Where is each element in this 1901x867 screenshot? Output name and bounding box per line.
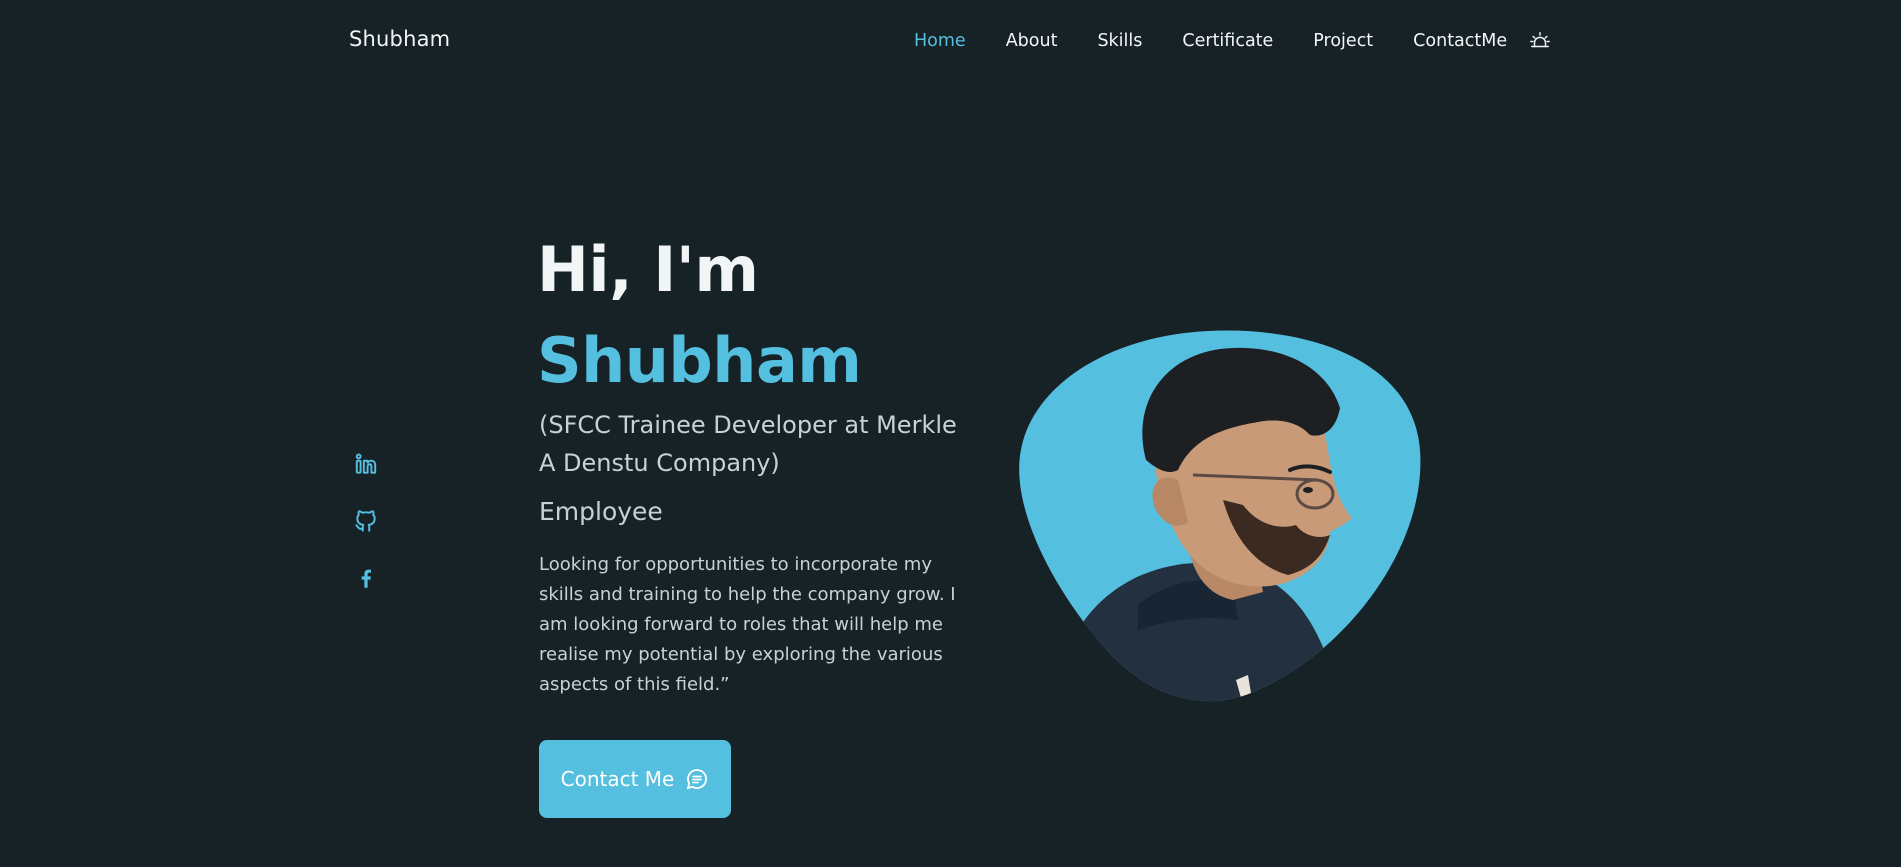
- page: Shubham Home About Skills Certificate Pr…: [0, 0, 1901, 867]
- facebook-icon[interactable]: [353, 565, 379, 591]
- github-icon[interactable]: [353, 508, 379, 534]
- chat-icon: [685, 767, 709, 791]
- linkedin-icon[interactable]: [353, 451, 379, 477]
- hero-greeting: Hi, I'm: [537, 233, 759, 306]
- hero-name: Shubham: [537, 324, 862, 397]
- nav-skills[interactable]: Skills: [1097, 31, 1142, 51]
- nav-home[interactable]: Home: [914, 31, 966, 51]
- nav-project[interactable]: Project: [1313, 31, 1373, 51]
- contact-me-button[interactable]: Contact Me: [539, 740, 731, 818]
- logo[interactable]: Shubham: [349, 27, 450, 51]
- sun-icon[interactable]: [1529, 30, 1551, 52]
- nav-about[interactable]: About: [1006, 31, 1058, 51]
- hero-status: Employee: [539, 497, 663, 526]
- hero-description: Looking for opportunities to incorporate…: [539, 554, 956, 695]
- header: Shubham Home About Skills Certificate Pr…: [0, 0, 1901, 82]
- main-nav: Home About Skills Certificate Project Co…: [914, 29, 1551, 52]
- hero-role: (SFCC Trainee Developer at Merkle A Dens…: [539, 411, 957, 477]
- nav-contactme[interactable]: ContactMe: [1413, 31, 1507, 51]
- social-links: [353, 451, 379, 622]
- profile-photo: [1018, 330, 1422, 705]
- contact-me-label: Contact Me: [560, 767, 675, 791]
- nav-certificate[interactable]: Certificate: [1182, 31, 1273, 51]
